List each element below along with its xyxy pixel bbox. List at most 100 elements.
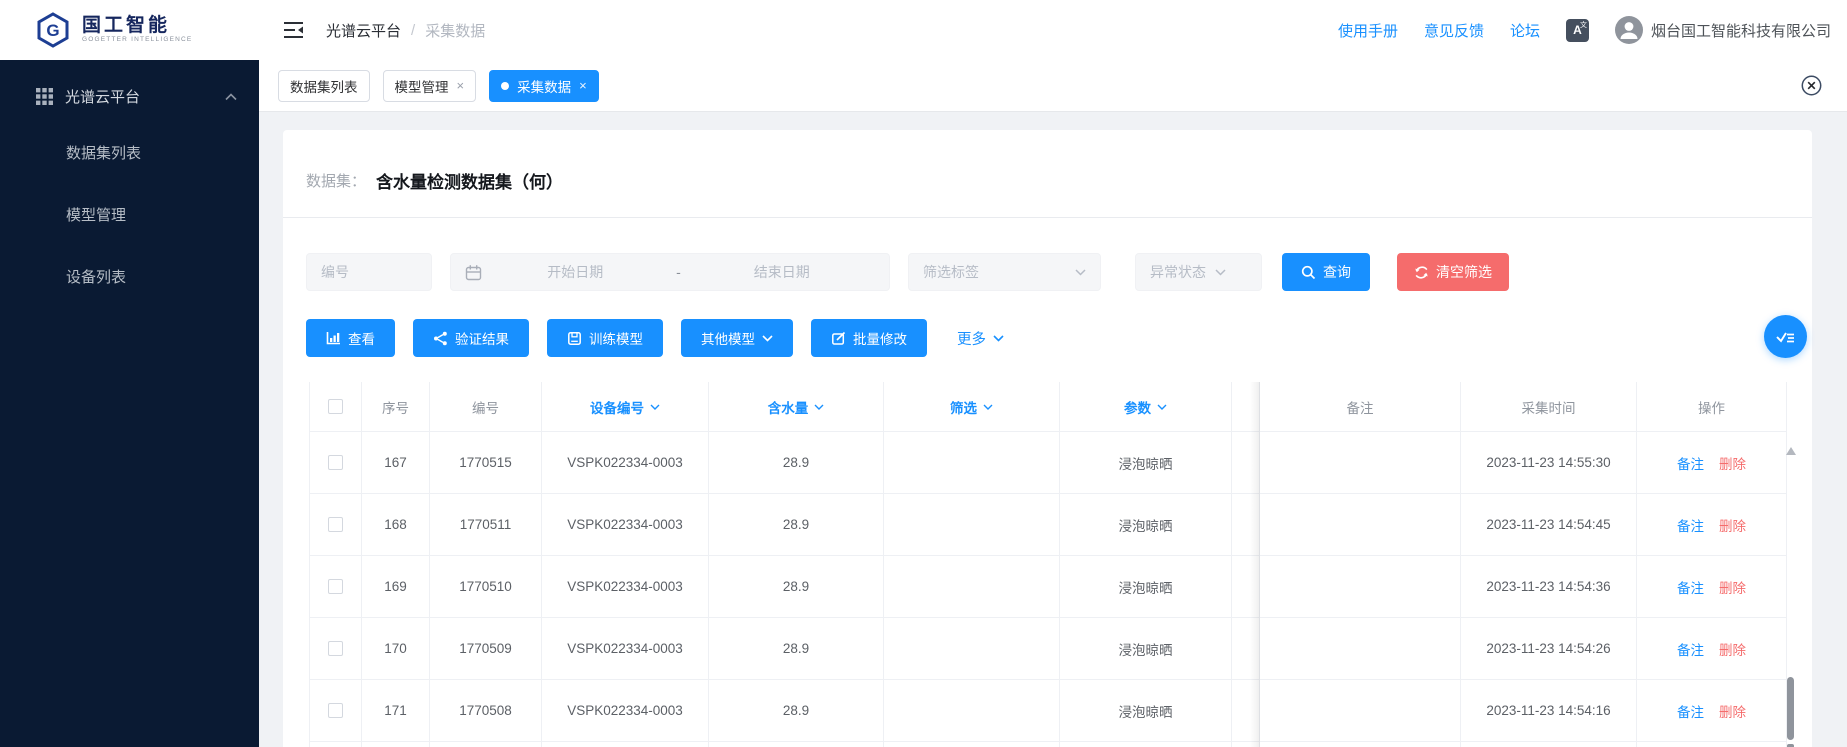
code-input[interactable] — [306, 253, 432, 291]
table-row: 170 1770509 VSPK022334-0003 28.9 浸泡晾晒 20… — [309, 618, 1787, 680]
row-remark-link[interactable]: 备注 — [1677, 577, 1704, 597]
header-ops: 操作 — [1637, 382, 1787, 432]
header-moisture-sort[interactable]: 含水量 — [709, 382, 884, 432]
more-dropdown[interactable]: 更多 — [957, 328, 1004, 349]
row-remark-link[interactable]: 备注 — [1677, 701, 1704, 721]
header-filter-sort[interactable]: 筛选 — [884, 382, 1060, 432]
cell-seq: 168 — [362, 494, 430, 556]
scrollbar-up-arrow[interactable] — [1786, 447, 1796, 455]
open-tabs-bar: 数据集列表 模型管理 × 采集数据 × — [259, 60, 1847, 112]
button-label: 查询 — [1323, 262, 1351, 282]
row-checkbox[interactable] — [328, 517, 343, 532]
language-switch-icon[interactable]: A 文 — [1566, 19, 1589, 42]
account-area[interactable]: 烟台国工智能科技有限公司 — [1615, 16, 1831, 44]
row-remark-link[interactable]: 备注 — [1677, 639, 1704, 659]
company-name: 烟台国工智能科技有限公司 — [1651, 20, 1831, 41]
top-header: G 国工智能 GOGETTER INTELLIGENCE 光谱云平台 / 采集数… — [0, 0, 1847, 60]
main-area: 数据集列表 模型管理 × 采集数据 × — [259, 60, 1847, 747]
start-date-placeholder[interactable]: 开始日期 — [482, 262, 669, 282]
header-device-sort[interactable]: 设备编号 — [542, 382, 709, 432]
cell-spacer — [1232, 432, 1260, 494]
button-label: 批量修改 — [853, 328, 907, 348]
header-remark: 备注 — [1260, 382, 1461, 432]
filter-tag-select[interactable]: 筛选标签 — [908, 253, 1101, 291]
close-circle-icon[interactable] — [1800, 74, 1823, 97]
row-delete-link[interactable]: 删除 — [1719, 515, 1746, 535]
sidebar-group-spectrum-platform[interactable]: 光谱云平台 — [0, 60, 259, 121]
breadcrumb-root[interactable]: 光谱云平台 — [326, 20, 401, 41]
page-title: 含水量检测数据集（何） — [376, 168, 563, 193]
tab-close-icon[interactable]: × — [579, 78, 587, 93]
cell-ops: 备注 删除 — [1637, 494, 1787, 556]
cell-ops: 备注 删除 — [1637, 432, 1787, 494]
column-settings-fab[interactable] — [1764, 315, 1807, 358]
verify-results-button[interactable]: 验证结果 — [413, 319, 529, 357]
row-delete-link[interactable]: 删除 — [1719, 453, 1746, 473]
table-body: 167 1770515 VSPK022334-0003 28.9 浸泡晾晒 20… — [309, 432, 1787, 742]
tab-model-management[interactable]: 模型管理 × — [383, 70, 477, 102]
button-label: 训练模型 — [589, 328, 643, 348]
chevron-down-icon — [762, 335, 773, 342]
sidebar: 光谱云平台 数据集列表 模型管理 设备列表 — [0, 60, 259, 747]
edit-icon — [831, 331, 846, 346]
cell-param: 浸泡晾晒 — [1060, 494, 1232, 556]
cell-moisture: 28.9 — [709, 494, 884, 556]
cell-spacer — [1232, 556, 1260, 618]
cell-time: 2023-11-23 14:55:30 — [1461, 432, 1637, 494]
select-all-checkbox[interactable] — [328, 399, 343, 414]
feedback-link[interactable]: 意见反馈 — [1424, 20, 1484, 41]
date-range-separator: - — [669, 264, 689, 280]
batch-edit-button[interactable]: 批量修改 — [811, 319, 927, 357]
clear-filters-button[interactable]: 清空筛选 — [1397, 253, 1509, 291]
row-delete-link[interactable]: 删除 — [1719, 577, 1746, 597]
sidebar-item-dataset-list[interactable]: 数据集列表 — [0, 121, 259, 183]
action-toolbar: 查看 验证结果 — [283, 291, 1812, 357]
manual-link[interactable]: 使用手册 — [1338, 20, 1398, 41]
select-placeholder: 筛选标签 — [923, 262, 979, 282]
cell-seq: 167 — [362, 432, 430, 494]
end-date-placeholder[interactable]: 结束日期 — [689, 262, 876, 282]
header-param-sort[interactable]: 参数 — [1060, 382, 1232, 432]
cell-filter — [884, 556, 1060, 618]
cell-param: 浸泡晾晒 — [1060, 432, 1232, 494]
train-model-button[interactable]: 训练模型 — [547, 319, 663, 357]
more-label: 更多 — [957, 328, 986, 349]
cell-ops: 备注 删除 — [1637, 680, 1787, 742]
table-row: 171 1770508 VSPK022334-0003 28.9 浸泡晾晒 20… — [309, 680, 1787, 742]
sidebar-item-device-list[interactable]: 设备列表 — [0, 245, 259, 307]
cell-seq: 171 — [362, 680, 430, 742]
row-remark-link[interactable]: 备注 — [1677, 453, 1704, 473]
row-checkbox[interactable] — [328, 455, 343, 470]
language-cjk: 文 — [1580, 20, 1587, 30]
chevron-down-icon — [650, 404, 660, 410]
cell-code: 1770511 — [430, 494, 542, 556]
scrollbar-thumb[interactable] — [1787, 677, 1794, 740]
sidebar-item-model-management[interactable]: 模型管理 — [0, 183, 259, 245]
tab-close-icon[interactable]: × — [457, 78, 465, 93]
tab-label: 模型管理 — [395, 76, 449, 96]
grid-icon — [36, 88, 53, 105]
row-delete-link[interactable]: 删除 — [1719, 639, 1746, 659]
header-seq: 序号 — [362, 382, 430, 432]
forum-link[interactable]: 论坛 — [1510, 20, 1540, 41]
header-code: 编号 — [430, 382, 542, 432]
row-checkbox[interactable] — [328, 641, 343, 656]
row-checkbox[interactable] — [328, 579, 343, 594]
tab-dataset-list[interactable]: 数据集列表 — [278, 70, 370, 102]
search-icon — [1301, 265, 1316, 280]
table-row: 167 1770515 VSPK022334-0003 28.9 浸泡晾晒 20… — [309, 432, 1787, 494]
cell-ops: 备注 删除 — [1637, 618, 1787, 680]
table-row-partial — [309, 742, 1787, 747]
cell-device: VSPK022334-0003 — [542, 494, 709, 556]
tab-collect-data[interactable]: 采集数据 × — [489, 70, 599, 102]
row-delete-link[interactable]: 删除 — [1719, 701, 1746, 721]
other-models-dropdown[interactable]: 其他模型 — [681, 319, 793, 357]
row-remark-link[interactable]: 备注 — [1677, 515, 1704, 535]
abnormal-status-select[interactable]: 异常状态 — [1135, 253, 1262, 291]
date-range-picker[interactable]: 开始日期 - 结束日期 — [450, 253, 890, 291]
view-button[interactable]: 查看 — [306, 319, 395, 357]
breadcrumb: 光谱云平台 / 采集数据 — [326, 20, 485, 41]
menu-fold-icon[interactable] — [283, 21, 304, 39]
row-checkbox[interactable] — [328, 703, 343, 718]
search-button[interactable]: 查询 — [1282, 253, 1370, 291]
